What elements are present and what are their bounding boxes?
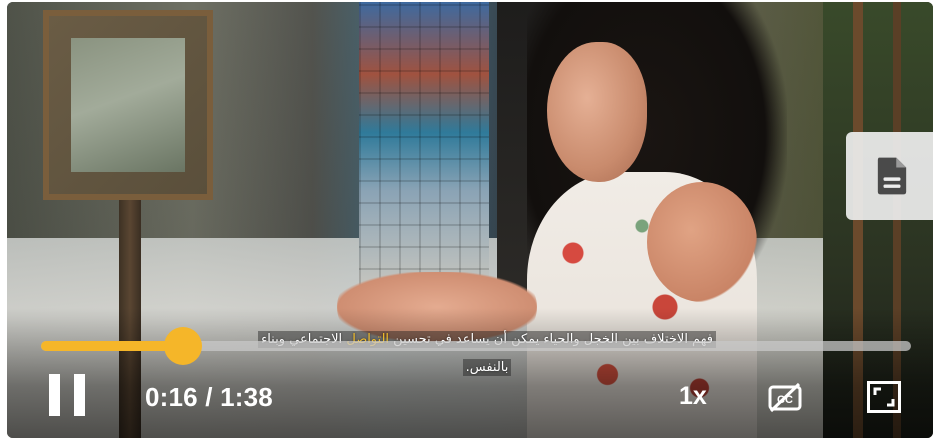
video-scene-mosaic-wall — [359, 2, 489, 292]
caption-line-2: بالنفس. — [157, 359, 817, 377]
video-player[interactable]: فهم الاختلاف بين الخجل والحياء يمكن أن ي… — [7, 2, 933, 438]
video-scene-shoulder — [647, 182, 757, 302]
captions-off-icon: CC — [768, 382, 802, 413]
playback-speed-button[interactable]: 1x — [679, 382, 707, 411]
transcript-toggle-button[interactable] — [846, 132, 933, 220]
caption-line-2-text: بالنفس. — [462, 359, 512, 376]
progress-fill — [41, 341, 183, 351]
progress-thumb[interactable] — [163, 327, 202, 365]
captions-toggle-button[interactable]: CC — [767, 381, 803, 413]
time-display: 0:16 / 1:38 — [145, 382, 273, 412]
fullscreen-button[interactable] — [867, 381, 901, 413]
video-scene-sign-panel — [71, 38, 185, 172]
fullscreen-icon — [867, 381, 901, 413]
pause-button[interactable] — [49, 374, 85, 416]
video-scene-face — [547, 42, 647, 182]
document-icon — [877, 157, 907, 195]
video-scene-sign-board — [43, 10, 213, 200]
